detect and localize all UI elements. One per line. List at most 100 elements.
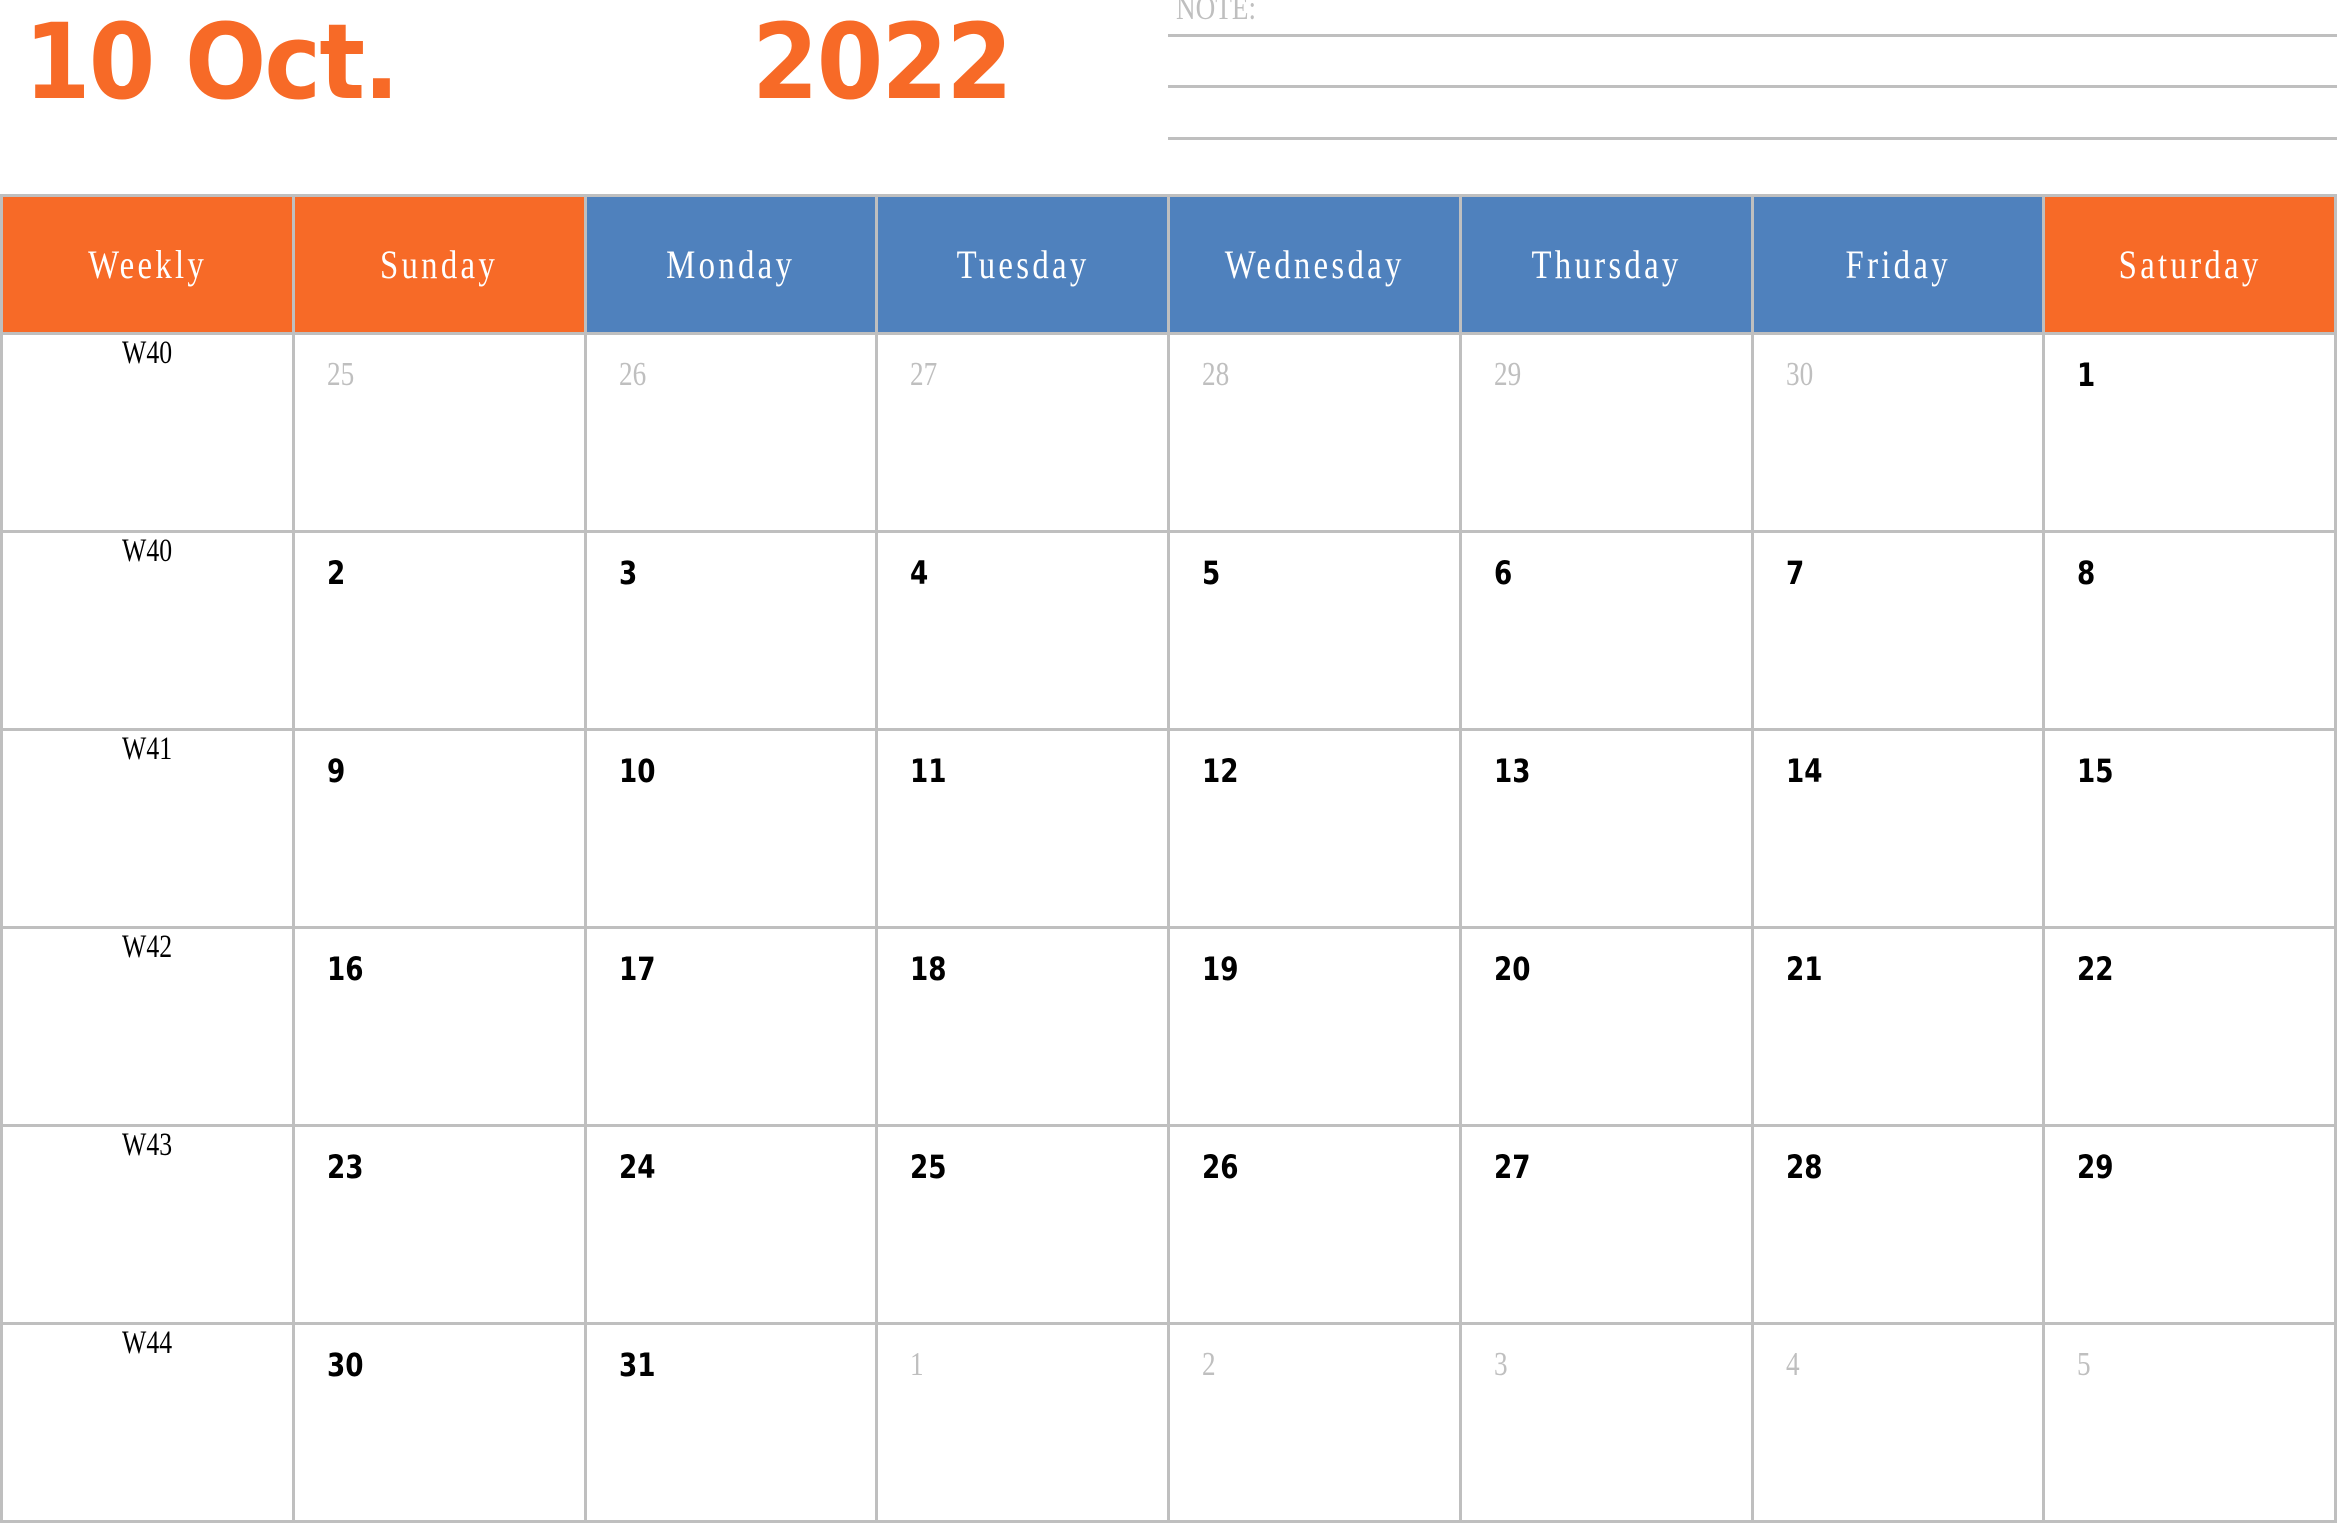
week-number: W44: [122, 1325, 173, 1361]
day-number: 16: [326, 950, 364, 988]
day-cell[interactable]: 30: [1750, 332, 2046, 533]
day-cell[interactable]: 3: [583, 530, 879, 731]
day-cell[interactable]: 5: [1167, 530, 1462, 731]
day-cell[interactable]: 27: [875, 332, 1170, 533]
header-wednesday: Wednesday: [1167, 194, 1462, 335]
day-cell[interactable]: 29: [1458, 332, 1754, 533]
day-number: 12: [1202, 752, 1239, 790]
header-monday: Monday: [583, 194, 879, 335]
day-cell[interactable]: 19: [1167, 926, 1462, 1127]
day-cell[interactable]: 28: [1750, 1124, 2046, 1325]
day-cell[interactable]: 20: [1458, 926, 1754, 1127]
year-title: 2022: [752, 1, 1013, 123]
day-cell[interactable]: 24: [583, 1124, 879, 1325]
weekday-header-row: Weekly Sunday Monday Tuesday Wednesday Thursd…: [0, 194, 2337, 335]
note-line[interactable]: [1168, 137, 2337, 140]
week-number: W43: [122, 1127, 173, 1163]
week-number: W40: [122, 533, 173, 569]
day-cell[interactable]: 14: [1750, 728, 2046, 929]
day-cell[interactable]: 2: [291, 530, 587, 731]
day-cell[interactable]: 5: [2042, 1322, 2337, 1523]
day-number: 23: [326, 1148, 364, 1186]
day-number: 9: [326, 752, 346, 790]
day-number: 15: [2077, 752, 2114, 790]
day-cell[interactable]: 6: [1458, 530, 1754, 731]
header-label: Friday: [1845, 242, 1951, 287]
day-cell[interactable]: 8: [2042, 530, 2337, 731]
calendar-body: W40 25 26 27 28 29 30 1 W40 2 3 4 5 6 7 8 W41 9 10 11 12 13 14…: [0, 332, 2337, 1523]
day-number: 11: [910, 752, 947, 790]
day-cell[interactable]: 10: [583, 728, 879, 929]
note-line[interactable]: [1168, 85, 2337, 88]
day-cell[interactable]: 9: [291, 728, 587, 929]
week-number-cell: W41: [0, 728, 295, 929]
notes-section: NOTE:: [1168, 0, 2337, 150]
adjacent-month-day-number: 26: [618, 356, 646, 393]
day-number: 8: [2077, 554, 2096, 592]
day-cell[interactable]: 1: [875, 1322, 1170, 1523]
day-cell[interactable]: 26: [583, 332, 879, 533]
day-number: 26: [1202, 1148, 1239, 1186]
day-number: 28: [1785, 1148, 1823, 1186]
day-cell[interactable]: 12: [1167, 728, 1462, 929]
adjacent-month-day-number: 29: [1493, 356, 1521, 393]
day-number: 3: [618, 554, 637, 592]
day-cell[interactable]: 26: [1167, 1124, 1462, 1325]
day-cell[interactable]: 13: [1458, 728, 1754, 929]
day-cell[interactable]: 4: [1750, 1322, 2046, 1523]
day-cell[interactable]: 2: [1167, 1322, 1462, 1523]
week-number-cell: W42: [0, 926, 295, 1127]
day-cell[interactable]: 28: [1167, 332, 1462, 533]
week-number: W41: [122, 731, 173, 767]
day-cell[interactable]: 30: [291, 1322, 587, 1523]
week-number-cell: W44: [0, 1322, 295, 1523]
day-cell[interactable]: 11: [875, 728, 1170, 929]
day-cell[interactable]: 29: [2042, 1124, 2337, 1325]
day-number: 27: [1493, 1148, 1531, 1186]
week-number-cell: W40: [0, 332, 295, 533]
day-number: 30: [326, 1346, 364, 1384]
day-number: 7: [1785, 554, 1804, 592]
header-label: Saturday: [2118, 242, 2262, 287]
day-number: 14: [1785, 752, 1823, 790]
day-cell[interactable]: 15: [2042, 728, 2337, 929]
week-number: W42: [122, 929, 173, 965]
week-number: W40: [122, 335, 173, 371]
day-number: 6: [1493, 554, 1513, 592]
note-label: NOTE:: [1176, 0, 1257, 27]
day-cell[interactable]: 25: [291, 332, 587, 533]
day-cell[interactable]: 22: [2042, 926, 2337, 1127]
day-cell[interactable]: 23: [291, 1124, 587, 1325]
adjacent-month-day-number: 3: [1493, 1346, 1508, 1383]
day-cell[interactable]: 21: [1750, 926, 2046, 1127]
day-number: 19: [1202, 950, 1239, 988]
day-number: 1: [2077, 356, 2096, 394]
note-line[interactable]: [1168, 34, 2337, 37]
day-cell[interactable]: 16: [291, 926, 587, 1127]
day-cell[interactable]: 7: [1750, 530, 2046, 731]
day-number: 25: [910, 1148, 947, 1186]
day-cell[interactable]: 3: [1458, 1322, 1754, 1523]
day-cell[interactable]: 1: [2042, 332, 2337, 533]
day-number: 22: [2077, 950, 2114, 988]
adjacent-month-day-number: 1: [910, 1346, 924, 1383]
day-number: 5: [1202, 554, 1221, 592]
week-row: W43 23 24 25 26 27 28 29: [0, 1124, 2337, 1325]
day-cell[interactable]: 27: [1458, 1124, 1754, 1325]
day-number: 20: [1493, 950, 1531, 988]
day-number: 13: [1493, 752, 1531, 790]
calendar-table: Weekly Sunday Monday Tuesday Wednesday Thursd…: [0, 194, 2337, 1523]
day-cell[interactable]: 31: [583, 1322, 879, 1523]
day-cell[interactable]: 18: [875, 926, 1170, 1127]
adjacent-month-day-number: 28: [1202, 356, 1230, 393]
week-number-cell: W40: [0, 530, 295, 731]
day-cell[interactable]: 25: [875, 1124, 1170, 1325]
header-sunday: Sunday: [291, 194, 587, 335]
header-label: Thursday: [1531, 242, 1682, 287]
day-cell[interactable]: 4: [875, 530, 1170, 731]
day-number: 24: [618, 1148, 656, 1186]
week-row: W40 25 26 27 28 29 30 1: [0, 332, 2337, 533]
day-cell[interactable]: 17: [583, 926, 879, 1127]
header-friday: Friday: [1750, 194, 2046, 335]
header-thursday: Thursday: [1458, 194, 1754, 335]
